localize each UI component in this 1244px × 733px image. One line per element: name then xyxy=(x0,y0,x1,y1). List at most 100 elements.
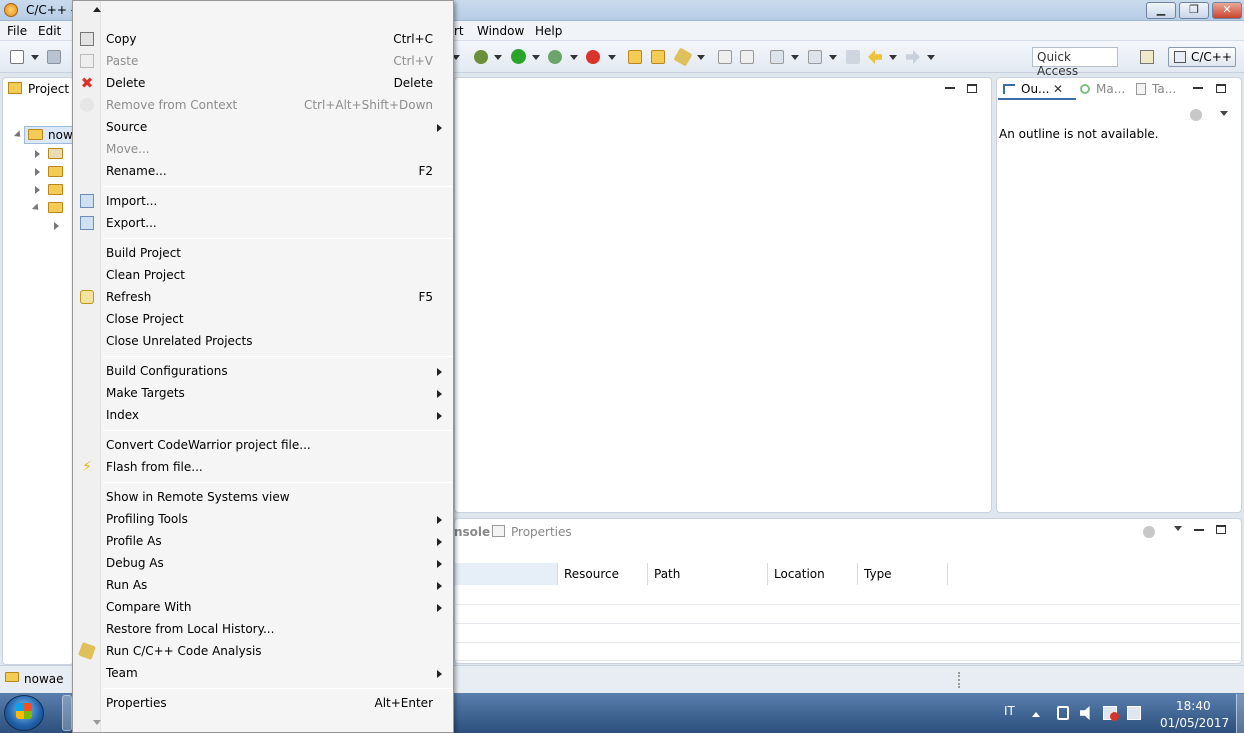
view-menu-dots-icon[interactable] xyxy=(1190,109,1202,121)
menu-compare-with[interactable]: Compare With xyxy=(73,596,453,618)
tree-expand-icon[interactable] xyxy=(54,222,59,230)
menu-help[interactable]: Help xyxy=(535,24,562,38)
scroll-down-icon[interactable] xyxy=(93,720,101,725)
menu-properties[interactable]: Properties Alt+Enter xyxy=(73,692,453,714)
next-annotation-dropdown-icon[interactable] xyxy=(791,55,799,60)
column-header-resource[interactable]: Resource xyxy=(558,563,648,585)
tree-root-item[interactable]: now xyxy=(48,128,73,142)
tab-properties[interactable]: Properties xyxy=(511,525,572,539)
scroll-up-icon[interactable] xyxy=(93,7,101,12)
tree-expand-icon[interactable] xyxy=(35,150,40,158)
menu-remove-from-context[interactable]: Remove from Context Ctrl+Alt+Shift+Down xyxy=(73,94,453,116)
network-icon[interactable] xyxy=(1127,706,1141,720)
menu-restore-from-local-history[interactable]: Restore from Local History... xyxy=(73,618,453,640)
menu-show-in-remote-systems[interactable]: Show in Remote Systems view xyxy=(73,486,453,508)
menu-file[interactable]: File xyxy=(7,24,27,38)
column-header-description[interactable] xyxy=(455,563,558,585)
debug-dropdown-icon[interactable] xyxy=(494,55,502,60)
menu-clean-project[interactable]: Clean Project xyxy=(73,264,453,286)
status-separator xyxy=(958,672,960,688)
run-config-dropdown-icon[interactable] xyxy=(570,55,578,60)
menu-profiling-tools[interactable]: Profiling Tools xyxy=(73,508,453,530)
quick-access-input[interactable]: Quick Access xyxy=(1032,47,1118,78)
pilcrow-icon[interactable] xyxy=(740,50,754,64)
tab-outline[interactable]: Ou... xyxy=(1021,82,1050,96)
wand-dropdown-icon[interactable] xyxy=(697,55,705,60)
open-perspective-icon[interactable] xyxy=(1140,50,1154,64)
back-dropdown-icon[interactable] xyxy=(889,55,897,60)
menu-refresh[interactable]: Refresh F5 xyxy=(73,286,453,308)
tree-expand-icon[interactable] xyxy=(35,186,40,194)
battery-icon[interactable] xyxy=(1057,706,1069,720)
run-dropdown-icon[interactable] xyxy=(532,55,540,60)
maximize-view-icon[interactable] xyxy=(1216,84,1226,93)
forward-dropdown-icon[interactable] xyxy=(927,55,935,60)
taskbar-app-button[interactable] xyxy=(62,695,72,731)
maximize-button[interactable]: ❐ xyxy=(1179,2,1209,19)
menu-run-as[interactable]: Run As xyxy=(73,574,453,596)
menu-project-partial[interactable]: rt xyxy=(454,24,464,38)
menu-make-targets[interactable]: Make Targets xyxy=(73,382,453,404)
menu-delete[interactable]: ✖ Delete Delete xyxy=(73,72,453,94)
new-icon[interactable] xyxy=(10,50,24,64)
minimize-view-icon[interactable] xyxy=(1193,87,1203,89)
menu-paste[interactable]: Paste Ctrl+V xyxy=(73,50,453,72)
tree-expand-icon[interactable] xyxy=(35,168,40,176)
menu-run-code-analysis[interactable]: Run C/C++ Code Analysis xyxy=(73,640,453,662)
column-header-path[interactable]: Path xyxy=(648,563,768,585)
open-folder-2-icon[interactable] xyxy=(651,50,665,64)
show-desktop-button[interactable] xyxy=(1236,694,1244,733)
show-hidden-icons-icon[interactable] xyxy=(1032,712,1040,717)
new-dropdown-icon[interactable] xyxy=(31,55,39,60)
prev-annotation-icon[interactable] xyxy=(808,50,822,64)
menu-debug-as[interactable]: Debug As xyxy=(73,552,453,574)
language-indicator[interactable]: IT xyxy=(1004,704,1015,718)
close-button[interactable]: ✕ xyxy=(1212,2,1242,19)
prev-annotation-dropdown-icon[interactable] xyxy=(829,55,837,60)
menu-build-project[interactable]: Build Project xyxy=(73,242,453,264)
menu-edit[interactable]: Edit xyxy=(38,24,61,38)
view-menu-dots-icon[interactable] xyxy=(1143,526,1155,538)
tab-make-target[interactable]: Ma... xyxy=(1096,82,1125,96)
annotation-icon[interactable] xyxy=(718,50,732,64)
menu-team[interactable]: Team xyxy=(73,662,453,684)
clock-date[interactable]: 01/05/2017 xyxy=(1160,716,1229,730)
run-config-icon[interactable] xyxy=(548,50,562,64)
debug-icon[interactable] xyxy=(474,50,488,64)
menu-close-unrelated-projects[interactable]: Close Unrelated Projects xyxy=(73,330,453,352)
menu-copy[interactable]: Copy Ctrl+C xyxy=(73,28,453,50)
menu-profile-as[interactable]: Profile As xyxy=(73,530,453,552)
clock-time[interactable]: 18:40 xyxy=(1176,699,1211,713)
menu-move[interactable]: Move... xyxy=(73,138,453,160)
menu-export[interactable]: Export... xyxy=(73,212,453,234)
menu-rename[interactable]: Rename... F2 xyxy=(73,160,453,182)
view-menu-icon[interactable] xyxy=(1220,111,1228,116)
minimize-view-icon[interactable] xyxy=(1194,529,1204,531)
maximize-view-icon[interactable] xyxy=(967,84,977,93)
maximize-view-icon[interactable] xyxy=(1216,525,1226,534)
column-header-type[interactable]: Type xyxy=(858,563,948,585)
menu-close-project[interactable]: Close Project xyxy=(73,308,453,330)
menu-index[interactable]: Index xyxy=(73,404,453,426)
save-icon[interactable] xyxy=(47,50,61,64)
next-annotation-icon[interactable] xyxy=(770,50,784,64)
tab-console[interactable]: nsole xyxy=(454,525,490,539)
open-folder-icon[interactable] xyxy=(628,50,642,64)
external-tools-dropdown-icon[interactable] xyxy=(608,55,616,60)
minimize-button[interactable]: ▁ xyxy=(1146,2,1176,19)
last-edit-icon[interactable] xyxy=(846,50,860,64)
external-tools-icon[interactable] xyxy=(586,50,600,64)
run-icon[interactable] xyxy=(511,49,526,64)
column-header-location[interactable]: Location xyxy=(768,563,858,585)
menu-convert-codewarrior[interactable]: Convert CodeWarrior project file... xyxy=(73,434,453,456)
menu-window[interactable]: Window xyxy=(477,24,524,38)
menu-flash-from-file[interactable]: ⚡ Flash from file... xyxy=(73,456,453,478)
menu-build-configurations[interactable]: Build Configurations xyxy=(73,360,453,382)
view-menu-icon[interactable] xyxy=(1174,526,1182,531)
close-tab-icon[interactable]: ✕ xyxy=(1053,82,1063,96)
tab-task-list[interactable]: Ta... xyxy=(1152,82,1176,96)
menu-source[interactable]: Source xyxy=(73,116,453,138)
minimize-view-icon[interactable] xyxy=(945,87,955,89)
outline-icon xyxy=(1003,84,1015,94)
menu-import[interactable]: Import... xyxy=(73,190,453,212)
